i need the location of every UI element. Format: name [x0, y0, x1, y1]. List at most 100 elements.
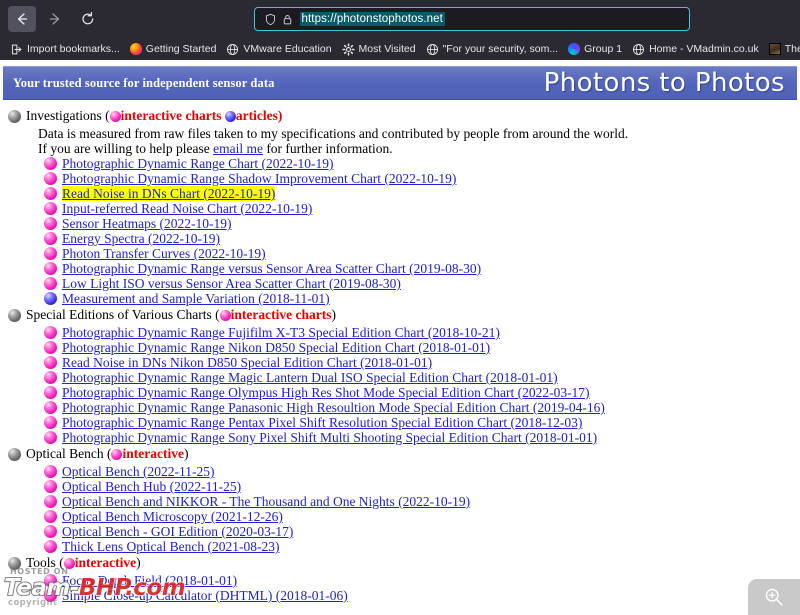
link-bullet-icon: [44, 465, 57, 478]
article-link[interactable]: Measurement and Sample Variation (2018-1…: [62, 291, 330, 306]
chart-link-highlighted[interactable]: Read Noise in DNs Chart (2022-10-19): [62, 186, 276, 201]
chart-link[interactable]: Sensor Heatmaps (2022-10-19): [62, 216, 231, 231]
bookmark-label: "For your security, som...: [442, 43, 559, 55]
globe-icon: [633, 43, 645, 55]
section-bullet-icon: [8, 308, 21, 322]
address-bar[interactable]: https://photonstophotos.net: [253, 7, 690, 31]
tool-link[interactable]: Simple Close-up Calculator (DHTML) (2018…: [62, 588, 348, 603]
bookmark-the-server-adm[interactable]: The server adm: [765, 40, 800, 58]
bookmark-for-your-security[interactable]: "For your security, som...: [422, 40, 563, 58]
chart-link[interactable]: Photographic Dynamic Range Chart (2022-1…: [62, 156, 333, 171]
chart-link[interactable]: Photographic Dynamic Range Panasonic Hig…: [62, 400, 605, 415]
browser-chrome: https://photonstophotos.net Import bookm…: [0, 0, 800, 60]
optical-bench-link-list: Optical Bench (2022-11-25) Optical Bench…: [8, 464, 800, 554]
bookmark-most-visited[interactable]: Most Visited: [338, 40, 420, 58]
globe-icon: [426, 43, 438, 55]
investigations-link-list: Photographic Dynamic Range Chart (2022-1…: [8, 156, 800, 306]
link-bullet-icon: [44, 401, 57, 414]
list-item: Focus Depth Field (2018-01-01): [44, 573, 800, 588]
bookmark-label: Getting Started: [145, 43, 217, 55]
chart-link[interactable]: Photographic Dynamic Range Pentax Pixel …: [62, 415, 582, 430]
reload-icon: [82, 11, 94, 25]
legend-label: interactive charts: [230, 307, 332, 322]
bookmark-label: Most Visited: [358, 43, 416, 55]
bookmark-label: Group 1: [584, 43, 623, 55]
tools-link-list: Focus Depth Field (2018-01-01) Simple Cl…: [8, 573, 800, 603]
chart-link[interactable]: Input-referred Read Noise Chart (2022-10…: [62, 201, 312, 216]
link-bullet-icon: [44, 525, 57, 538]
chart-link[interactable]: Photographic Dynamic Range Sony Pixel Sh…: [62, 430, 597, 445]
list-item: Sensor Heatmaps (2022-10-19): [44, 216, 800, 231]
chart-link[interactable]: Photographic Dynamic Range Nikon D850 Sp…: [62, 340, 490, 355]
chart-link[interactable]: Optical Bench Microscopy (2021-12-26): [62, 509, 283, 524]
back-button[interactable]: [8, 6, 36, 32]
chart-link[interactable]: Optical Bench - GOI Edition (2020-03-17): [62, 524, 293, 539]
shield-icon[interactable]: [262, 13, 279, 26]
link-bullet-icon: [44, 510, 57, 523]
bookmark-vmware-education[interactable]: VMware Education: [222, 40, 335, 58]
chart-link[interactable]: Optical Bench Hub (2022-11-25): [62, 479, 241, 494]
list-item: Optical Bench and NIKKOR - The Thousand …: [44, 494, 800, 509]
chart-link[interactable]: Photographic Dynamic Range Fujifilm X-T3…: [62, 325, 500, 340]
chart-link[interactable]: Read Noise in DNs Nikon D850 Special Edi…: [62, 355, 432, 370]
legend-label: articles: [235, 108, 278, 123]
list-item: Simple Close-up Calculator (DHTML) (2018…: [44, 588, 800, 603]
section-title: Tools: [26, 555, 56, 570]
url-text[interactable]: https://photonstophotos.net: [299, 12, 445, 26]
list-item: Read Noise in DNs Chart (2022-10-19): [44, 186, 800, 201]
list-item: Read Noise in DNs Nikon D850 Special Edi…: [44, 355, 800, 370]
list-item: Photographic Dynamic Range Panasonic Hig…: [44, 400, 800, 415]
lock-icon[interactable]: [279, 13, 296, 26]
legend-bullet-icon: [219, 310, 231, 321]
link-bullet-icon: [44, 202, 57, 215]
bookmark-import-bookmarks[interactable]: Import bookmarks...: [6, 40, 124, 58]
legend-label: interactive: [74, 555, 137, 570]
page-content: Investigations (interactive charts artic…: [0, 100, 800, 603]
legend-bullet-icon: [224, 111, 236, 122]
link-bullet-icon: [44, 217, 57, 230]
legend-bullet-icon: [109, 111, 121, 122]
tool-link[interactable]: Focus Depth Field (2018-01-01): [62, 573, 237, 588]
intro-text-pre: If you are willing to help please: [38, 141, 214, 156]
bookmarks-toolbar: Import bookmarks... Getting Started VMwa…: [0, 38, 800, 60]
link-bullet-icon: [44, 187, 57, 200]
bookmark-home-vmadmin[interactable]: Home - VMadmin.co.uk: [628, 40, 763, 58]
chart-link[interactable]: Thick Lens Optical Bench (2021-08-23): [62, 539, 279, 554]
bookmark-getting-started[interactable]: Getting Started: [126, 40, 221, 58]
link-bullet-icon: [44, 157, 57, 170]
reload-button[interactable]: [74, 6, 102, 32]
list-item: Optical Bench Hub (2022-11-25): [44, 479, 800, 494]
bookmark-group-1[interactable]: Group 1: [564, 40, 626, 58]
chart-link[interactable]: Optical Bench (2022-11-25): [62, 464, 214, 479]
forward-button[interactable]: [41, 6, 69, 32]
list-item: Photographic Dynamic Range versus Sensor…: [44, 261, 800, 276]
link-bullet-icon: [44, 540, 57, 553]
list-item: Optical Bench - GOI Edition (2020-03-17): [44, 524, 800, 539]
section-bullet-icon: [8, 447, 21, 461]
link-bullet-icon: [44, 480, 57, 493]
chart-link[interactable]: Photographic Dynamic Range Shadow Improv…: [62, 171, 456, 186]
section-title: Optical Bench: [26, 446, 104, 461]
intro-paragraph-2: If you are willing to help please email …: [38, 141, 800, 156]
zoom-in-button[interactable]: [748, 579, 800, 615]
link-bullet-icon: [44, 386, 57, 399]
link-bullet-icon: [44, 262, 57, 275]
group-icon: [568, 43, 581, 55]
server-icon: [768, 43, 781, 55]
email-me-link[interactable]: email me: [213, 141, 263, 156]
chart-link[interactable]: Low Light ISO versus Sensor Area Scatter…: [62, 276, 401, 291]
link-bullet-icon: [44, 574, 57, 587]
chart-link[interactable]: Photon Transfer Curves (2022-10-19): [62, 246, 266, 261]
page-viewport: Your trusted source for independent sens…: [0, 60, 800, 615]
link-bullet-icon: [44, 172, 57, 185]
chart-link[interactable]: Optical Bench and NIKKOR - The Thousand …: [62, 494, 470, 509]
chart-link[interactable]: Energy Spectra (2022-10-19): [62, 231, 220, 246]
list-item: Photographic Dynamic Range Sony Pixel Sh…: [44, 430, 800, 445]
chart-link[interactable]: Photographic Dynamic Range versus Sensor…: [62, 261, 481, 276]
chart-link[interactable]: Photographic Dynamic Range Olympus High …: [62, 385, 590, 400]
list-item: Photographic Dynamic Range Pentax Pixel …: [44, 415, 800, 430]
legend-label: interactive charts: [120, 108, 222, 123]
zoom-in-icon: [765, 588, 783, 606]
chart-link[interactable]: Photographic Dynamic Range Magic Lantern…: [62, 370, 558, 385]
navigation-toolbar: https://photonstophotos.net: [0, 0, 800, 38]
